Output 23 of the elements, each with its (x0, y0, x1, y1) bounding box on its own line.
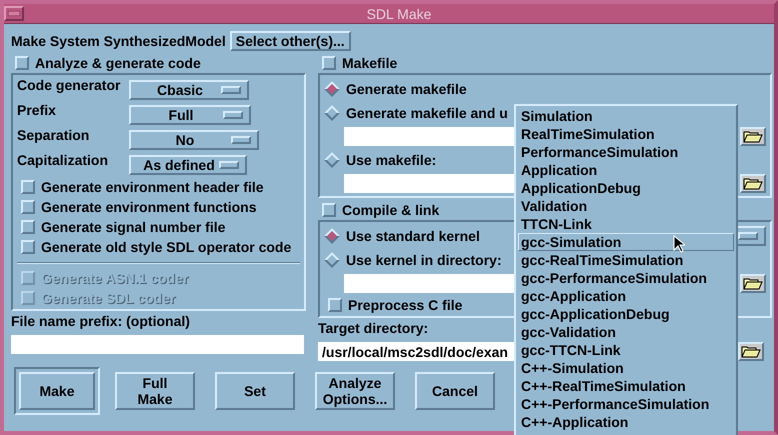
checkbox-label: Generate old style SDL operator code (41, 239, 292, 255)
field-label: Target directory: (318, 320, 428, 338)
checkbox-label: Generate ASN.1 coder (41, 270, 188, 286)
radio-label: Generate makefile (346, 81, 467, 97)
checkbox-label: Compile & link (342, 202, 440, 218)
setting-label: Code generator (17, 77, 122, 95)
setting-label: Prefix (17, 102, 57, 120)
radio-label: Use makefile: (346, 152, 436, 168)
window-title: SDL Make (366, 6, 432, 22)
checkbox-label: Analyze & generate code (35, 55, 201, 71)
setting-label: Separation (17, 127, 90, 145)
checkbox-label: Generate SDL coder (41, 290, 176, 306)
field-label: File name prefix: (optional) (11, 313, 190, 331)
radio-label: Generate makefile and u (346, 105, 508, 121)
checkbox-label: Generate signal number file (41, 219, 226, 235)
checkbox-label: Generate environment functions (41, 199, 256, 215)
setting-label: Capitalization (17, 152, 110, 170)
checkbox-label: Makefile (342, 55, 398, 71)
radio-label: Use kernel in directory: (346, 252, 502, 268)
checkbox-label: Preprocess C file (348, 297, 462, 313)
radio-label: Use standard kernel (346, 228, 480, 244)
make-system-label: Make System SynthesizedModel (11, 33, 226, 49)
checkbox-label: Generate environment header file (41, 179, 264, 195)
